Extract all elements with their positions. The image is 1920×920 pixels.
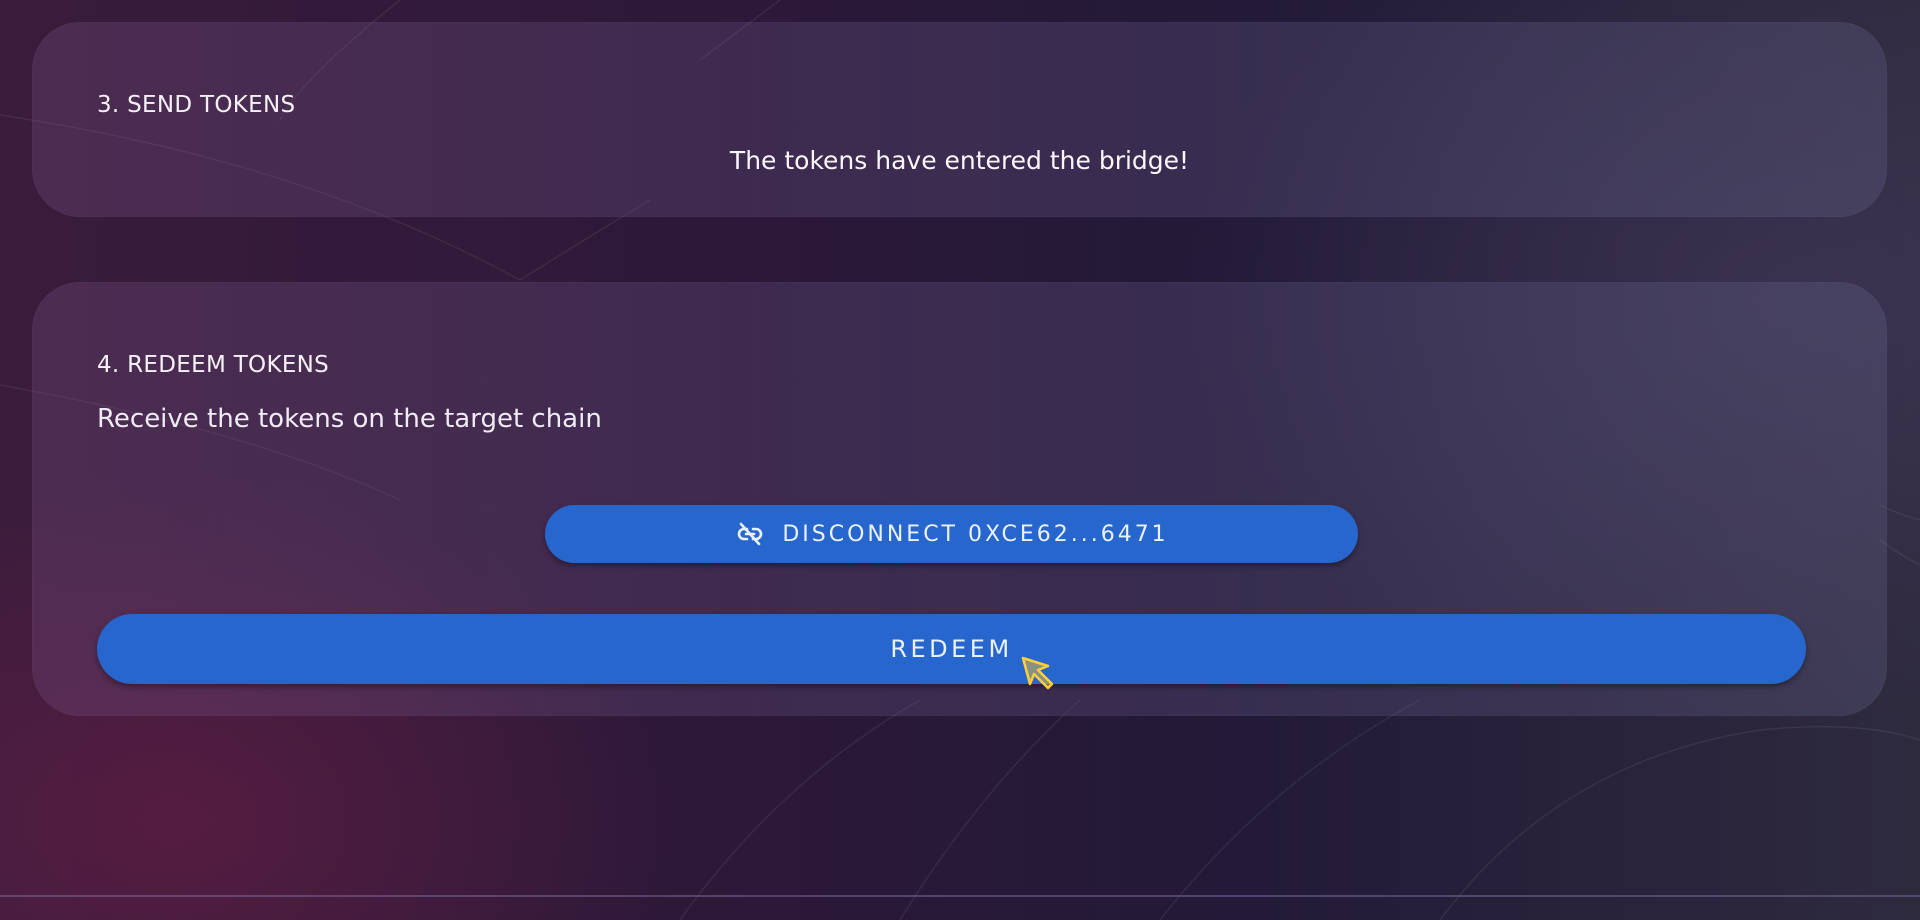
send-tokens-title: 3. SEND TOKENS (97, 92, 296, 118)
redeem-description: Receive the tokens on the target chain (97, 404, 602, 434)
send-tokens-card: 3. SEND TOKENS The tokens have entered t… (32, 22, 1887, 217)
send-status-message: The tokens have entered the bridge! (729, 146, 1190, 175)
redeem-button-label: REDEEM (890, 635, 1013, 663)
redeem-tokens-card: 4. REDEEM TOKENS Receive the tokens on t… (32, 282, 1887, 716)
disconnect-wallet-label: DISCONNECT 0XCE62...6471 (782, 521, 1169, 547)
link-off-icon (734, 518, 766, 550)
disconnect-wallet-button[interactable]: DISCONNECT 0XCE62...6471 (545, 505, 1358, 563)
footer-divider (0, 895, 1920, 897)
redeem-tokens-title: 4. REDEEM TOKENS (97, 352, 330, 378)
redeem-button[interactable]: REDEEM (97, 614, 1806, 684)
